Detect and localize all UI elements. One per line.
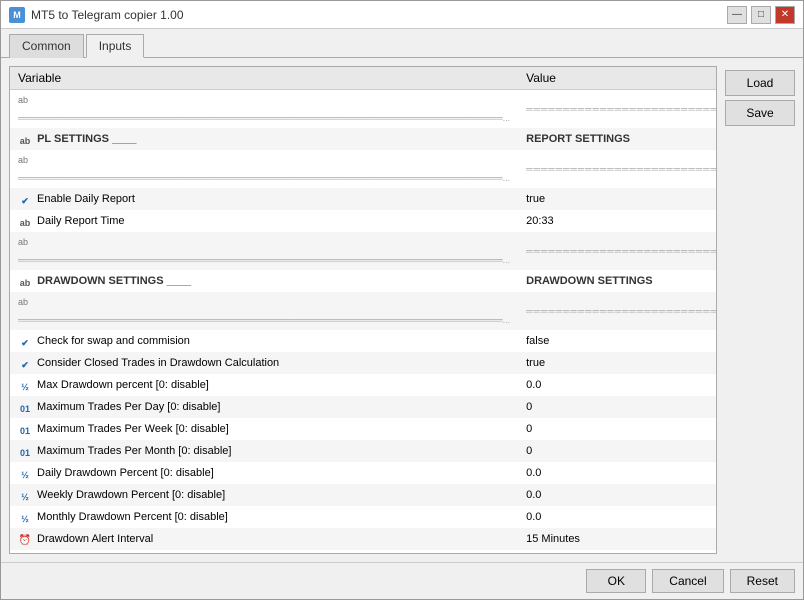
table-row: ½ Monthly Drawdown Percent [0: disable]0…	[10, 506, 717, 528]
row-icon: ✔	[18, 334, 32, 348]
col-variable: Variable	[10, 67, 518, 90]
minimize-button[interactable]: —	[727, 6, 747, 24]
table-row: 01 Maximum Trades Per Month [0: disable]…	[10, 440, 717, 462]
row-icon: 01	[18, 400, 32, 414]
close-button[interactable]: ✕	[775, 6, 795, 24]
table-row: ab DRAWDOWN SETTINGS ____DRAWDOWN SETTIN…	[10, 270, 717, 292]
row-icon: 01	[18, 444, 32, 458]
table-row: ab ═════════════════════════════════════…	[10, 292, 717, 330]
title-bar: M MT5 to Telegram copier 1.00 — □ ✕	[1, 1, 803, 29]
save-button[interactable]: Save	[725, 100, 795, 126]
table-row: ½ Max Drawdown percent [0: disable]0.0	[10, 374, 717, 396]
settings-table: Variable Value ab ══════════════════════…	[10, 67, 717, 554]
main-window: M MT5 to Telegram copier 1.00 — □ ✕ Comm…	[0, 0, 804, 600]
title-bar-left: M MT5 to Telegram copier 1.00	[9, 7, 184, 23]
table-row: ab ═════════════════════════════════════…	[10, 550, 717, 554]
table-row: ab Daily Report Time20:33	[10, 210, 717, 232]
app-icon: M	[9, 7, 25, 23]
table-row: 01 Maximum Trades Per Week [0: disable]0	[10, 418, 717, 440]
tab-inputs[interactable]: Inputs	[86, 34, 145, 58]
row-icon: ⏰	[18, 532, 32, 546]
bottom-bar: OK Cancel Reset	[1, 562, 803, 599]
row-icon: ½	[18, 488, 32, 502]
table-row: ab ═════════════════════════════════════…	[10, 90, 717, 129]
side-buttons: Load Save	[725, 66, 795, 554]
section-icon: ab	[18, 274, 32, 288]
title-controls: — □ ✕	[727, 6, 795, 24]
table-row: ✔ Enable Daily Reporttrue	[10, 188, 717, 210]
row-icon: ab	[18, 214, 32, 228]
load-button[interactable]: Load	[725, 70, 795, 96]
window-title: MT5 to Telegram copier 1.00	[31, 8, 184, 22]
ok-button[interactable]: OK	[586, 569, 646, 593]
row-icon: ½	[18, 510, 32, 524]
reset-button[interactable]: Reset	[730, 569, 795, 593]
table-row: ab ═════════════════════════════════════…	[10, 232, 717, 270]
table-row: ✔ Check for swap and commisionfalse	[10, 330, 717, 352]
table-panel: Variable Value ab ══════════════════════…	[9, 66, 717, 554]
table-row: ab ═════════════════════════════════════…	[10, 150, 717, 188]
row-icon: ½	[18, 466, 32, 480]
table-row: 01 Maximum Trades Per Day [0: disable]0	[10, 396, 717, 418]
tab-bar: Common Inputs	[1, 29, 803, 58]
content-area: Variable Value ab ══════════════════════…	[1, 58, 803, 562]
section-icon: ab	[18, 132, 32, 146]
row-icon: ½	[18, 378, 32, 392]
table-row: ab PL SETTINGS ____REPORT SETTINGS	[10, 128, 717, 150]
col-value: Value	[518, 67, 717, 90]
row-icon: ✔	[18, 356, 32, 370]
table-row: ½ Daily Drawdown Percent [0: disable]0.0	[10, 462, 717, 484]
maximize-button[interactable]: □	[751, 6, 771, 24]
table-row: ✔ Consider Closed Trades in Drawdown Cal…	[10, 352, 717, 374]
table-row: ⏰ Drawdown Alert Interval15 Minutes	[10, 528, 717, 550]
cancel-button[interactable]: Cancel	[652, 569, 723, 593]
tab-common[interactable]: Common	[9, 34, 84, 58]
row-icon: 01	[18, 422, 32, 436]
table-row: ½ Weekly Drawdown Percent [0: disable]0.…	[10, 484, 717, 506]
row-icon: ✔	[18, 192, 32, 206]
